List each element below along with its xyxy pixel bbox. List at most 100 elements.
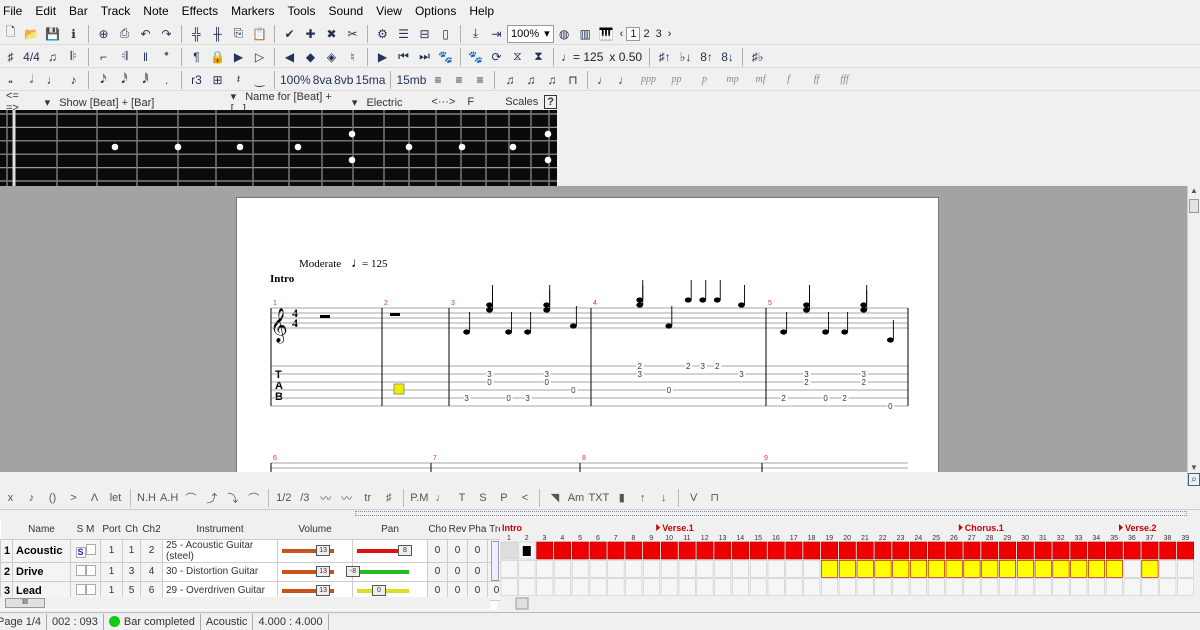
- upstroke-icon[interactable]: V: [685, 492, 702, 504]
- menu-sound[interactable]: Sound: [315, 4, 369, 18]
- track-rev[interactable]: 0: [447, 538, 468, 563]
- stem-auto-icon[interactable]: ♩: [593, 70, 612, 89]
- paragraph-icon[interactable]: ¶: [187, 47, 206, 66]
- tab-note[interactable]: 2: [715, 362, 720, 371]
- repeat-close-icon[interactable]: 𝄇: [115, 47, 134, 66]
- page-3-button[interactable]: 3: [653, 28, 665, 40]
- beam-auto-icon[interactable]: ♫: [500, 70, 519, 89]
- remove-bar-icon[interactable]: ╫: [208, 24, 227, 43]
- track-instrument[interactable]: 25 - Acoustic Guitar (steel): [162, 538, 278, 563]
- page-prev-button[interactable]: ‹: [617, 28, 627, 40]
- half-note-icon[interactable]: 𝅗𝅥: [22, 70, 41, 89]
- menu-track[interactable]: Track: [88, 4, 137, 18]
- pan-slider[interactable]: 8: [352, 538, 428, 563]
- tab-note[interactable]: 2: [804, 378, 809, 387]
- menu-tools[interactable]: Tools: [274, 4, 321, 18]
- timeline-cell[interactable]: [767, 541, 785, 560]
- tab-note[interactable]: 0: [544, 378, 549, 387]
- info-icon[interactable]: ℹ: [64, 24, 83, 43]
- ghost-note-icon[interactable]: (): [44, 492, 61, 504]
- timeline-cell[interactable]: [1052, 541, 1070, 560]
- open-folder-icon[interactable]: 📂: [22, 24, 41, 43]
- beam-icon[interactable]: ♫: [521, 70, 540, 89]
- timeline-cell[interactable]: [554, 578, 572, 596]
- dynamic-p-icon[interactable]: p: [691, 70, 717, 89]
- loop-icon[interactable]: ⟳: [487, 47, 506, 66]
- scales-button[interactable]: Scales: [499, 96, 544, 108]
- zoom-dropdown[interactable]: 100% ▾: [507, 24, 554, 43]
- timeline-cell[interactable]: [589, 578, 607, 596]
- column-header[interactable]: Pha: [467, 520, 488, 539]
- count-in-icon[interactable]: ⧗: [529, 47, 548, 66]
- timeline-cell[interactable]: [892, 578, 910, 596]
- timeline-cell[interactable]: [749, 559, 767, 578]
- timeline-cell[interactable]: [714, 541, 732, 560]
- timeline-cell[interactable]: [1034, 559, 1052, 578]
- sixtyfourth-note-icon[interactable]: 𝅘𝅥𝅱: [136, 70, 155, 89]
- menu-effects[interactable]: Effects: [169, 4, 224, 18]
- timeline-cell[interactable]: [803, 559, 821, 578]
- save-icon[interactable]: 💾: [43, 24, 62, 43]
- tab-note[interactable]: 3: [464, 394, 469, 403]
- timeline-cell[interactable]: [999, 541, 1016, 560]
- track-cho[interactable]: 0: [427, 538, 448, 563]
- mute-button[interactable]: [85, 583, 96, 595]
- marker-goto-icon[interactable]: ◈: [322, 47, 341, 66]
- timeline-cell[interactable]: [874, 578, 892, 596]
- timeline-cell[interactable]: [571, 559, 589, 578]
- timeline-cell[interactable]: [856, 559, 874, 578]
- timeline-cell[interactable]: [1105, 578, 1123, 596]
- tab-note[interactable]: 0: [506, 394, 511, 403]
- scroll-thumb[interactable]: III: [5, 598, 45, 608]
- marker-add-icon[interactable]: ▶: [229, 47, 248, 66]
- marker-label[interactable]: Intro: [502, 523, 522, 533]
- tab-note[interactable]: 3: [525, 394, 530, 403]
- timeline-cell[interactable]: [660, 559, 678, 578]
- timeline-cell[interactable]: [643, 541, 660, 560]
- timeline-cell[interactable]: [536, 541, 554, 560]
- solo-button[interactable]: S: [75, 546, 86, 558]
- page-2-button[interactable]: 2: [640, 28, 652, 40]
- timeline-cell[interactable]: [1141, 578, 1159, 596]
- dynamic-ppp-icon[interactable]: ppp: [635, 70, 661, 89]
- timeline-cell[interactable]: [927, 541, 945, 560]
- timeline-cell[interactable]: [856, 578, 874, 596]
- pan-slider[interactable]: -8: [346, 561, 428, 582]
- timeline-cell[interactable]: [1123, 559, 1141, 578]
- timeline-cell[interactable]: [1016, 578, 1034, 596]
- parchment-view-icon[interactable]: ▯: [436, 24, 455, 43]
- column-header[interactable]: Rev: [447, 520, 468, 539]
- timeline-cell[interactable]: [1052, 559, 1070, 578]
- fretboard-arrows[interactable]: <···>: [425, 96, 461, 108]
- pickstroke-up-icon[interactable]: ↑: [634, 492, 651, 504]
- page-setup-icon[interactable]: ⊕: [94, 24, 113, 43]
- splitter-handle[interactable]: [355, 511, 1187, 516]
- timeline-cell[interactable]: [625, 559, 643, 578]
- trill-icon[interactable]: tr: [359, 492, 376, 504]
- timeline-cell[interactable]: [785, 559, 803, 578]
- crescendo-icon[interactable]: <: [516, 492, 533, 504]
- timeline-cell[interactable]: [910, 541, 927, 560]
- tab-note[interactable]: 0: [888, 402, 893, 411]
- repeat-open-icon[interactable]: 𝄆: [64, 47, 83, 66]
- tremolo-icon[interactable]: ♯: [380, 492, 397, 504]
- timeline-cell[interactable]: [571, 578, 589, 596]
- beam-break-icon[interactable]: ♫: [542, 70, 561, 89]
- volume-knob[interactable]: 13: [316, 544, 331, 556]
- timeline-cell[interactable]: [910, 559, 927, 578]
- timeline-cell[interactable]: [536, 578, 554, 596]
- 8va-icon[interactable]: 8va: [313, 70, 332, 89]
- column-header[interactable]: [0, 520, 13, 539]
- zoom-icon[interactable]: ⌕: [1188, 473, 1200, 486]
- timeline-cell[interactable]: [678, 559, 696, 578]
- fretboard[interactable]: [0, 110, 557, 186]
- downstroke-icon[interactable]: ⊓: [706, 491, 723, 504]
- timeline-cell[interactable]: [732, 578, 749, 596]
- solo-button[interactable]: [75, 583, 86, 595]
- track-port[interactable]: 1: [100, 538, 123, 563]
- pan-knob[interactable]: 0: [372, 584, 386, 596]
- grace-note-icon[interactable]: ♪: [23, 492, 40, 504]
- timeline-cell[interactable]: [589, 541, 607, 560]
- timeline-cell[interactable]: [749, 578, 767, 596]
- staccato-icon[interactable]: ♩: [432, 492, 449, 504]
